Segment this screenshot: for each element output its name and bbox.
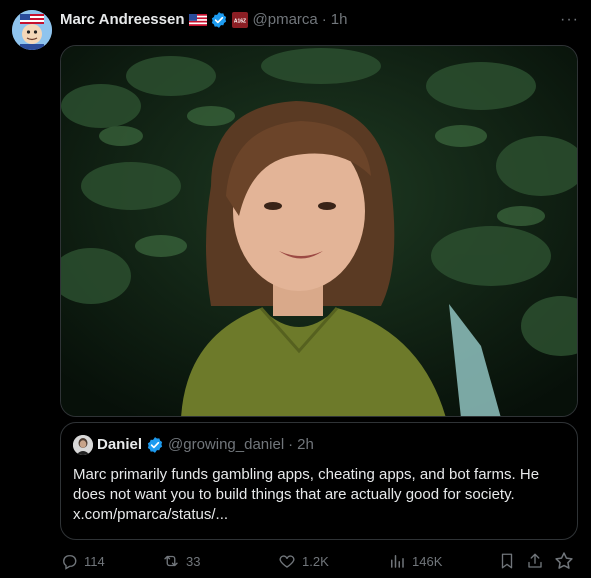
quoted-tweet-text: Marc primarily funds gambling apps, chea… (73, 465, 565, 525)
more-options-icon[interactable]: ··· (560, 10, 579, 30)
heart-icon (279, 555, 295, 568)
quoted-author-name[interactable]: Daniel (97, 435, 142, 455)
author-avatar[interactable] (12, 10, 52, 50)
views-button[interactable]: 146K (388, 550, 442, 572)
verified-badge-icon[interactable] (210, 11, 228, 29)
repost-button[interactable]: 33 (162, 550, 200, 572)
quoted-author-handle[interactable]: @growing_daniel (168, 435, 284, 455)
bookmark-icon (501, 553, 513, 569)
share-button[interactable] (526, 550, 544, 572)
quoted-author-avatar[interactable] (73, 435, 93, 455)
reply-button[interactable]: 114 (60, 550, 105, 572)
svg-text:A16Z: A16Z (233, 19, 245, 25)
repost-icon (164, 555, 178, 567)
like-count: 1.2K (302, 553, 329, 569)
like-button[interactable]: 1.2K (278, 550, 329, 572)
quoted-text-line: Marc primarily funds gambling apps, chea… (73, 466, 540, 483)
quoted-tweet-header: Daniel @growing_daniel · 2h (73, 435, 565, 455)
share-icon (528, 553, 542, 568)
repost-count: 33 (186, 553, 201, 569)
quoted-tweet-time[interactable]: 2h (297, 435, 314, 455)
author-handle[interactable]: @pmarca (253, 10, 318, 30)
tweet-media-video[interactable] (60, 45, 578, 417)
reply-icon (63, 555, 77, 570)
author-name[interactable]: Marc Andreessen (60, 10, 185, 30)
view-count: 146K (412, 553, 443, 569)
star-icon (555, 552, 573, 569)
bookmark-button[interactable] (498, 550, 516, 572)
quoted-link[interactable]: x.com/pmarca/status/... (73, 505, 565, 525)
quoted-tweet[interactable]: Daniel @growing_daniel · 2h Marc primari… (60, 422, 578, 540)
us-flag-icon (188, 14, 207, 26)
quoted-separator-dot: · (288, 436, 294, 453)
separator-dot: · (321, 11, 327, 28)
reply-count: 114 (84, 553, 105, 569)
analytics-icon (391, 555, 404, 568)
quoted-verified-badge-icon[interactable] (146, 436, 164, 454)
grok-button[interactable] (554, 550, 574, 572)
tweet-time[interactable]: 1h (331, 10, 348, 30)
affiliation-badge-icon[interactable]: A16Z (231, 12, 248, 28)
tweet-header: Marc Andreessen A16Z @pmarca · 1h ··· (60, 10, 579, 30)
quoted-text-line: does not want you to build things that a… (73, 486, 515, 503)
tweet-action-bar: 114 33 1.2K 146K (60, 550, 578, 572)
